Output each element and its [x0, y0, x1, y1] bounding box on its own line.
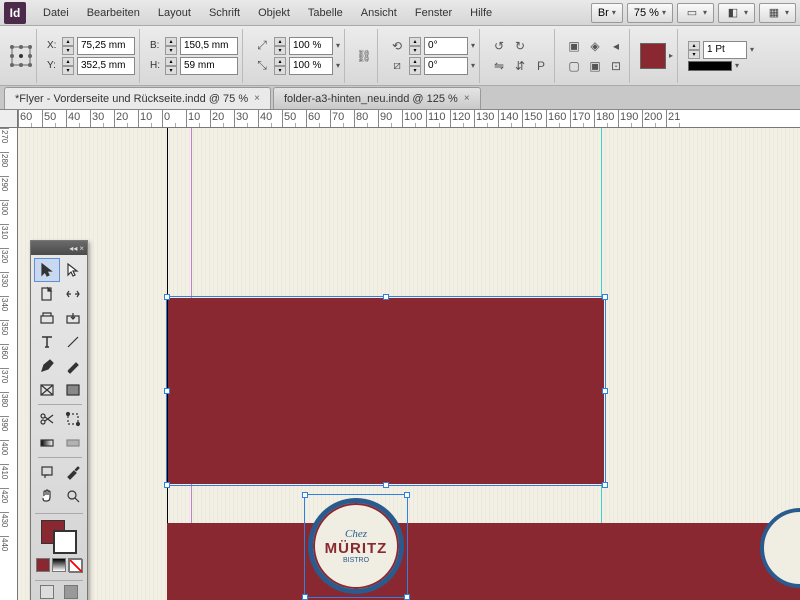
- menu-layout[interactable]: Layout: [149, 3, 200, 23]
- ruler-origin[interactable]: [0, 110, 18, 128]
- fit-frame-icon[interactable]: ▣: [586, 57, 604, 75]
- hand-tool[interactable]: [34, 484, 60, 508]
- bridge-button[interactable]: Br▾: [591, 3, 623, 23]
- scale-y-input[interactable]: 100 %: [289, 57, 333, 75]
- zoom-tool[interactable]: [60, 484, 86, 508]
- gap-tool[interactable]: [60, 282, 86, 306]
- zoom-level[interactable]: 75 %▾: [627, 3, 673, 23]
- tab-folder[interactable]: folder-a3-hinten_neu.indd @ 125 %×: [273, 87, 481, 109]
- menu-bearbeiten[interactable]: Bearbeiten: [78, 3, 149, 23]
- canvas[interactable]: Chez MÜRITZ BISTRO: [18, 128, 800, 600]
- app-icon: Id: [4, 2, 26, 24]
- screen-mode-icon[interactable]: ◧▾: [718, 3, 755, 23]
- page-tool[interactable]: [34, 282, 60, 306]
- note-tool[interactable]: [34, 460, 60, 484]
- fit-content-icon[interactable]: ▢: [565, 57, 583, 75]
- menu-datei[interactable]: Datei: [34, 3, 78, 23]
- close-icon[interactable]: ×: [254, 93, 260, 104]
- shear-icon: ⧄: [388, 57, 406, 75]
- stroke-color[interactable]: [53, 530, 77, 554]
- free-transform-tool[interactable]: [60, 407, 86, 431]
- badge-selection: [304, 494, 408, 598]
- pencil-tool[interactable]: [60, 354, 86, 378]
- menubar: Id Datei Bearbeiten Layout Schrift Objek…: [0, 0, 800, 26]
- menu-tabelle[interactable]: Tabelle: [299, 3, 352, 23]
- rotate-icon: ⟲: [388, 37, 406, 55]
- scale-x-input[interactable]: 100 %: [289, 37, 333, 55]
- pen-tool[interactable]: [34, 354, 60, 378]
- constrain-icon[interactable]: ⛓: [355, 47, 373, 65]
- height-input[interactable]: 59 mm: [180, 57, 238, 75]
- view-options-icon[interactable]: ▭▾: [677, 3, 714, 23]
- eyedropper-tool[interactable]: [60, 460, 86, 484]
- apply-color-icon[interactable]: [36, 558, 50, 572]
- flip-v-icon[interactable]: ⇵: [511, 57, 529, 75]
- placeholder-icon[interactable]: P: [532, 57, 550, 75]
- selection-frame: [166, 296, 606, 486]
- center-content-icon[interactable]: ⊡: [607, 57, 625, 75]
- tools-panel: ◂◂×: [30, 240, 88, 600]
- menu-hilfe[interactable]: Hilfe: [461, 3, 501, 23]
- preview-mode-icon[interactable]: [64, 585, 78, 599]
- y-input[interactable]: 352,5 mm: [77, 57, 135, 75]
- workspace: 6050403020100102030405060708090100110120…: [0, 110, 800, 600]
- menu-fenster[interactable]: Fenster: [406, 3, 461, 23]
- line-tool[interactable]: [60, 330, 86, 354]
- rotate-ccw-icon[interactable]: ↺: [490, 37, 508, 55]
- close-icon[interactable]: ×: [464, 93, 470, 104]
- rectangle-tool[interactable]: [60, 378, 86, 402]
- stroke-weight-input[interactable]: 1 Pt: [703, 41, 747, 59]
- rect-frame-tool[interactable]: [34, 378, 60, 402]
- fill-swatch[interactable]: [640, 43, 666, 69]
- tab-flyer[interactable]: *Flyer - Vorderseite und Rückseite.indd …: [4, 87, 271, 109]
- gradient-swatch-tool[interactable]: [34, 431, 60, 455]
- x-input[interactable]: 75,25 mm: [77, 37, 135, 55]
- flip-h-icon[interactable]: ⇋: [490, 57, 508, 75]
- control-panel: X:▴▾75,25 mm Y:▴▾352,5 mm B:▴▾150,5 mm H…: [0, 26, 800, 86]
- scissors-tool[interactable]: [34, 407, 60, 431]
- normal-mode-icon[interactable]: [40, 585, 54, 599]
- scale-x-icon: ⤢: [253, 37, 271, 55]
- horizontal-ruler[interactable]: 6050403020100102030405060708090100110120…: [18, 110, 800, 128]
- gradient-feather-tool[interactable]: [60, 431, 86, 455]
- select-container-icon[interactable]: ▣: [565, 37, 583, 55]
- select-content-icon[interactable]: ◈: [586, 37, 604, 55]
- red-band[interactable]: [167, 523, 800, 600]
- menu-objekt[interactable]: Objekt: [249, 3, 299, 23]
- apply-none-icon[interactable]: [68, 558, 82, 572]
- scale-y-icon: ⤡: [253, 57, 271, 75]
- shear-input[interactable]: 0°: [424, 57, 468, 75]
- reference-point[interactable]: [6, 29, 37, 83]
- rotate-input[interactable]: 0°: [424, 37, 468, 55]
- rotate-cw-icon[interactable]: ↻: [511, 37, 529, 55]
- content-collector-tool[interactable]: [34, 306, 60, 330]
- width-input[interactable]: 150,5 mm: [180, 37, 238, 55]
- vertical-ruler[interactable]: 2702802903003103203303403503603703803904…: [0, 128, 18, 600]
- stroke-style[interactable]: [688, 61, 732, 71]
- apply-gradient-icon[interactable]: [52, 558, 66, 572]
- direct-selection-tool[interactable]: [60, 258, 86, 282]
- content-placer-tool[interactable]: [60, 306, 86, 330]
- selection-tool[interactable]: [34, 258, 60, 282]
- menu-ansicht[interactable]: Ansicht: [352, 3, 406, 23]
- select-prev-icon[interactable]: ◂: [607, 37, 625, 55]
- arrange-icon[interactable]: ▦▾: [759, 3, 796, 23]
- menu-schrift[interactable]: Schrift: [200, 3, 249, 23]
- fill-stroke-swatch[interactable]: [31, 516, 87, 556]
- tools-header[interactable]: ◂◂×: [31, 241, 87, 255]
- type-tool[interactable]: [34, 330, 60, 354]
- document-tabs: *Flyer - Vorderseite und Rückseite.indd …: [0, 86, 800, 110]
